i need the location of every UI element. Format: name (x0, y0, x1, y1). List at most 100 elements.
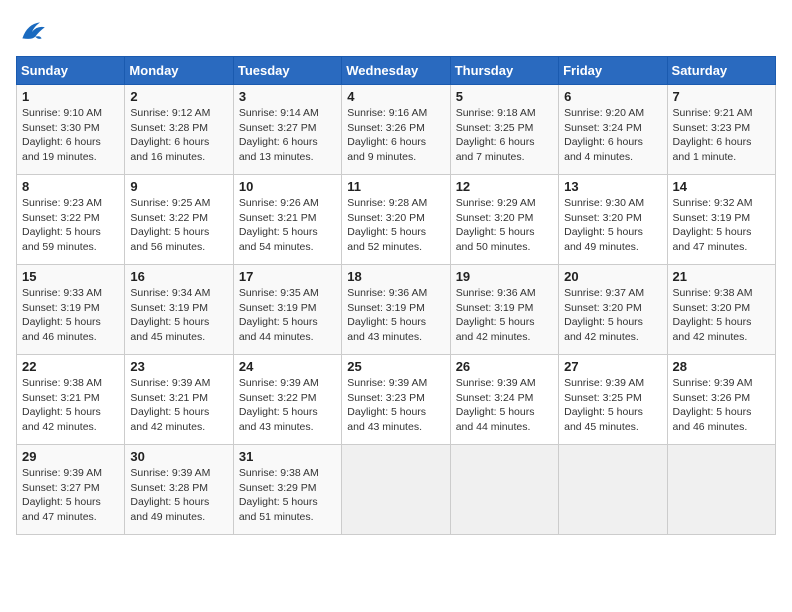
calendar-cell: 9 Sunrise: 9:25 AMSunset: 3:22 PMDaylight… (125, 175, 233, 265)
day-detail: Sunrise: 9:37 AMSunset: 3:20 PMDaylight:… (564, 286, 661, 345)
day-number: 1 (22, 89, 119, 104)
day-detail: Sunrise: 9:39 AMSunset: 3:21 PMDaylight:… (130, 376, 227, 435)
logo-icon (16, 16, 48, 48)
day-number: 8 (22, 179, 119, 194)
day-number: 31 (239, 449, 336, 464)
day-detail: Sunrise: 9:14 AMSunset: 3:27 PMDaylight:… (239, 106, 336, 165)
day-detail: Sunrise: 9:39 AMSunset: 3:25 PMDaylight:… (564, 376, 661, 435)
day-number: 11 (347, 179, 444, 194)
day-detail: Sunrise: 9:26 AMSunset: 3:21 PMDaylight:… (239, 196, 336, 255)
day-detail: Sunrise: 9:38 AMSunset: 3:20 PMDaylight:… (673, 286, 770, 345)
page-header (16, 16, 776, 48)
calendar-cell: 19 Sunrise: 9:36 AMSunset: 3:19 PMDayligh… (450, 265, 558, 355)
weekday-header: Tuesday (233, 57, 341, 85)
calendar-header: SundayMondayTuesdayWednesdayThursdayFrid… (17, 57, 776, 85)
calendar-cell: 23 Sunrise: 9:39 AMSunset: 3:21 PMDayligh… (125, 355, 233, 445)
calendar-cell: 14 Sunrise: 9:32 AMSunset: 3:19 PMDayligh… (667, 175, 775, 265)
day-number: 4 (347, 89, 444, 104)
day-detail: Sunrise: 9:10 AMSunset: 3:30 PMDaylight:… (22, 106, 119, 165)
weekday-header: Wednesday (342, 57, 450, 85)
day-number: 29 (22, 449, 119, 464)
calendar-cell: 5Sunrise: 9:18 AMSunset: 3:25 PMDaylight… (450, 85, 558, 175)
calendar-cell: 27 Sunrise: 9:39 AMSunset: 3:25 PMDayligh… (559, 355, 667, 445)
day-detail: Sunrise: 9:21 AMSunset: 3:23 PMDaylight:… (673, 106, 770, 165)
calendar-cell (342, 445, 450, 535)
day-number: 21 (673, 269, 770, 284)
calendar-week-row: 22Sunrise: 9:38 AMSunset: 3:21 PMDayligh… (17, 355, 776, 445)
calendar-cell: 15Sunrise: 9:33 AMSunset: 3:19 PMDayligh… (17, 265, 125, 355)
calendar-cell: 24 Sunrise: 9:39 AMSunset: 3:22 PMDayligh… (233, 355, 341, 445)
day-detail: Sunrise: 9:39 AMSunset: 3:22 PMDaylight:… (239, 376, 336, 435)
day-number: 15 (22, 269, 119, 284)
day-detail: Sunrise: 9:39 AMSunset: 3:28 PMDaylight:… (130, 466, 227, 525)
day-detail: Sunrise: 9:18 AMSunset: 3:25 PMDaylight:… (456, 106, 553, 165)
day-number: 23 (130, 359, 227, 374)
calendar-week-row: 1 Sunrise: 9:10 AMSunset: 3:30 PMDaylight… (17, 85, 776, 175)
day-detail: Sunrise: 9:28 AMSunset: 3:20 PMDaylight:… (347, 196, 444, 255)
calendar-cell: 31 Sunrise: 9:38 AMSunset: 3:29 PMDayligh… (233, 445, 341, 535)
day-number: 24 (239, 359, 336, 374)
calendar-cell: 30 Sunrise: 9:39 AMSunset: 3:28 PMDayligh… (125, 445, 233, 535)
calendar-cell: 1 Sunrise: 9:10 AMSunset: 3:30 PMDaylight… (17, 85, 125, 175)
day-number: 14 (673, 179, 770, 194)
calendar-cell: 6Sunrise: 9:20 AMSunset: 3:24 PMDaylight… (559, 85, 667, 175)
day-detail: Sunrise: 9:32 AMSunset: 3:19 PMDaylight:… (673, 196, 770, 255)
calendar-cell: 29 Sunrise: 9:39 AMSunset: 3:27 PMDayligh… (17, 445, 125, 535)
day-detail: Sunrise: 9:12 AMSunset: 3:28 PMDaylight:… (130, 106, 227, 165)
calendar-cell: 11 Sunrise: 9:28 AMSunset: 3:20 PMDayligh… (342, 175, 450, 265)
calendar-cell (559, 445, 667, 535)
day-detail: Sunrise: 9:39 AMSunset: 3:26 PMDaylight:… (673, 376, 770, 435)
day-detail: Sunrise: 9:38 AMSunset: 3:29 PMDaylight:… (239, 466, 336, 525)
day-detail: Sunrise: 9:34 AMSunset: 3:19 PMDaylight:… (130, 286, 227, 345)
day-number: 9 (130, 179, 227, 194)
calendar-cell: 8 Sunrise: 9:23 AMSunset: 3:22 PMDaylight… (17, 175, 125, 265)
day-number: 18 (347, 269, 444, 284)
day-detail: Sunrise: 9:23 AMSunset: 3:22 PMDaylight:… (22, 196, 119, 255)
day-detail: Sunrise: 9:39 AMSunset: 3:24 PMDaylight:… (456, 376, 553, 435)
day-number: 7 (673, 89, 770, 104)
day-number: 20 (564, 269, 661, 284)
day-number: 13 (564, 179, 661, 194)
weekday-header: Friday (559, 57, 667, 85)
calendar-cell: 2 Sunrise: 9:12 AMSunset: 3:28 PMDaylight… (125, 85, 233, 175)
calendar-cell: 4 Sunrise: 9:16 AMSunset: 3:26 PMDaylight… (342, 85, 450, 175)
calendar-week-row: 15Sunrise: 9:33 AMSunset: 3:19 PMDayligh… (17, 265, 776, 355)
calendar-cell: 13Sunrise: 9:30 AMSunset: 3:20 PMDayligh… (559, 175, 667, 265)
day-detail: Sunrise: 9:20 AMSunset: 3:24 PMDaylight:… (564, 106, 661, 165)
day-number: 16 (130, 269, 227, 284)
day-detail: Sunrise: 9:35 AMSunset: 3:19 PMDaylight:… (239, 286, 336, 345)
calendar-table: SundayMondayTuesdayWednesdayThursdayFrid… (16, 56, 776, 535)
day-number: 3 (239, 89, 336, 104)
weekday-header: Saturday (667, 57, 775, 85)
calendar-cell: 26 Sunrise: 9:39 AMSunset: 3:24 PMDayligh… (450, 355, 558, 445)
day-detail: Sunrise: 9:25 AMSunset: 3:22 PMDaylight:… (130, 196, 227, 255)
day-number: 17 (239, 269, 336, 284)
day-number: 22 (22, 359, 119, 374)
calendar-cell: 10Sunrise: 9:26 AMSunset: 3:21 PMDayligh… (233, 175, 341, 265)
calendar-week-row: 8 Sunrise: 9:23 AMSunset: 3:22 PMDaylight… (17, 175, 776, 265)
calendar-cell (450, 445, 558, 535)
calendar-cell: 3 Sunrise: 9:14 AMSunset: 3:27 PMDaylight… (233, 85, 341, 175)
calendar-cell: 22Sunrise: 9:38 AMSunset: 3:21 PMDayligh… (17, 355, 125, 445)
calendar-cell: 28 Sunrise: 9:39 AMSunset: 3:26 PMDayligh… (667, 355, 775, 445)
day-number: 12 (456, 179, 553, 194)
logo (16, 16, 52, 48)
weekday-header: Monday (125, 57, 233, 85)
calendar-week-row: 29 Sunrise: 9:39 AMSunset: 3:27 PMDayligh… (17, 445, 776, 535)
calendar-cell: 21 Sunrise: 9:38 AMSunset: 3:20 PMDayligh… (667, 265, 775, 355)
weekday-header: Thursday (450, 57, 558, 85)
day-detail: Sunrise: 9:29 AMSunset: 3:20 PMDaylight:… (456, 196, 553, 255)
day-number: 27 (564, 359, 661, 374)
day-detail: Sunrise: 9:36 AMSunset: 3:19 PMDaylight:… (456, 286, 553, 345)
day-number: 26 (456, 359, 553, 374)
day-number: 28 (673, 359, 770, 374)
calendar-cell: 25Sunrise: 9:39 AMSunset: 3:23 PMDayligh… (342, 355, 450, 445)
day-detail: Sunrise: 9:39 AMSunset: 3:27 PMDaylight:… (22, 466, 119, 525)
weekday-header: Sunday (17, 57, 125, 85)
day-number: 19 (456, 269, 553, 284)
day-number: 30 (130, 449, 227, 464)
day-number: 2 (130, 89, 227, 104)
day-detail: Sunrise: 9:16 AMSunset: 3:26 PMDaylight:… (347, 106, 444, 165)
calendar-cell: 17 Sunrise: 9:35 AMSunset: 3:19 PMDayligh… (233, 265, 341, 355)
calendar-cell (667, 445, 775, 535)
